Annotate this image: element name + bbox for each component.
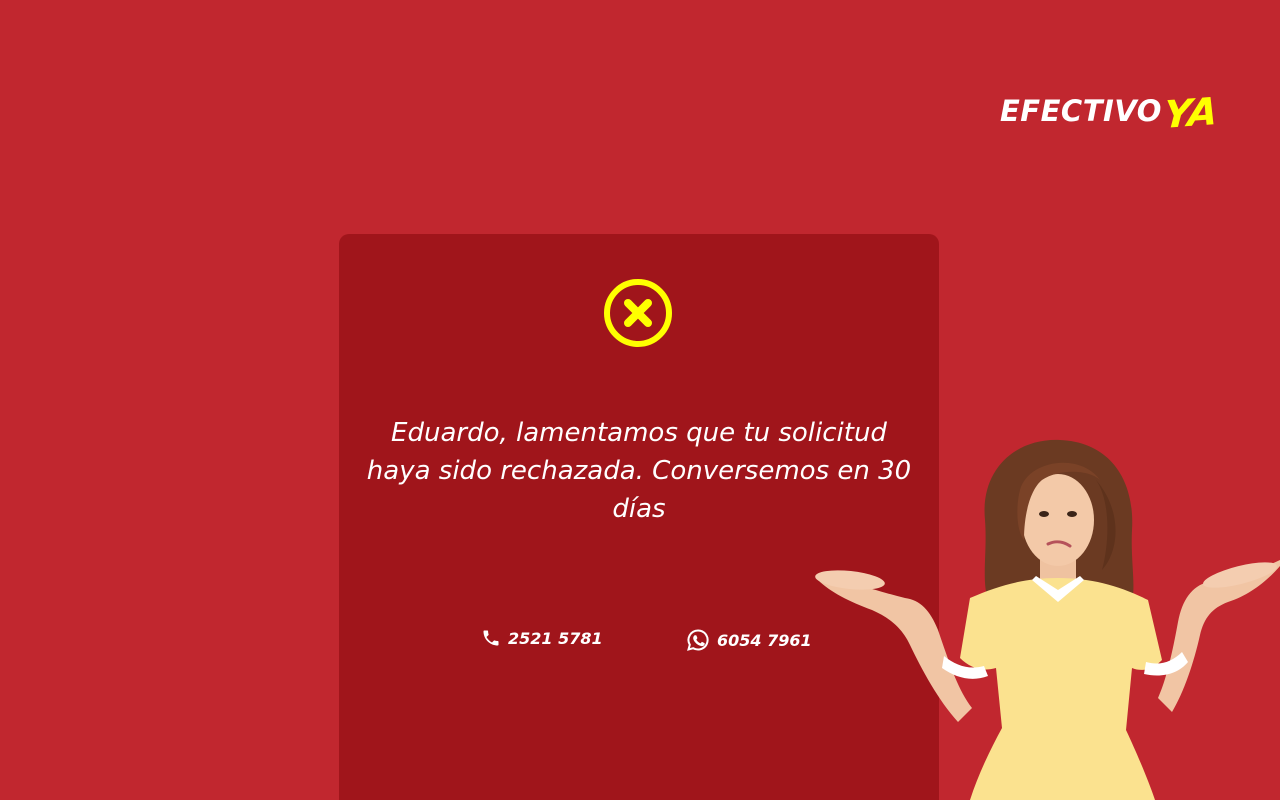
whatsapp-number: 6054 7961 [717,630,812,650]
close-circle-icon [604,279,672,347]
brand-logo: EFECTIVO YA [1000,86,1219,137]
whatsapp-icon [687,629,709,651]
logo-accent-text: YA [1162,89,1219,137]
phone-icon [483,630,499,646]
shrugging-woman-image [815,439,1280,800]
logo-text: EFECTIVO [1000,94,1162,128]
phone-number: 2521 5781 [508,628,603,648]
phone-contact[interactable]: 2521 5781 [481,628,603,648]
whatsapp-contact[interactable]: 6054 7961 [686,628,812,652]
